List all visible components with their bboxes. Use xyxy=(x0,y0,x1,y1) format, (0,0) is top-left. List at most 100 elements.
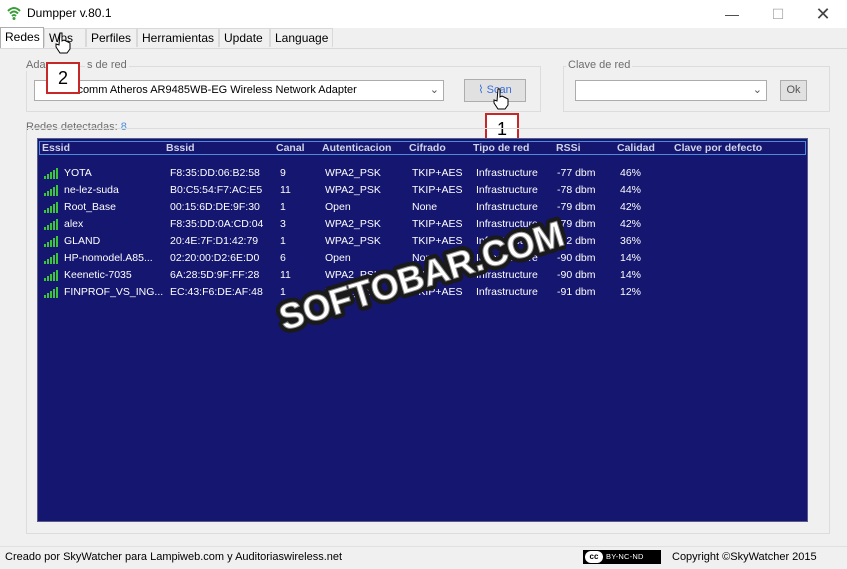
softobar-watermark: SOFTOBAR.COM SOFTOBAR.COM xyxy=(276,214,566,334)
essid-cell: HP-nomodel.A85... xyxy=(64,252,153,264)
signal-bar xyxy=(53,170,55,179)
column-header[interactable]: Autenticacion xyxy=(322,142,391,154)
adapter-select[interactable]: lcomm Atheros AR9485WB-EG Wireless Netwo… xyxy=(34,80,444,101)
calidad-cell: 12% xyxy=(620,286,642,298)
cifrado-cell: TKIP+AES xyxy=(412,167,463,179)
signal-bar xyxy=(50,172,52,179)
credits-text: Creado por SkyWatcher para Lampiweb.com … xyxy=(5,551,343,563)
signal-bar xyxy=(56,219,58,230)
calidad-cell: 46% xyxy=(620,167,642,179)
network-row[interactable]: ne-lez-suda B0:C5:54:F7:AC:E5 11 WPA2_PSK TK… xyxy=(38,182,808,199)
signal-strength-icon xyxy=(44,236,60,247)
svg-text:SOFTOBAR.COM: SOFTOBAR.COM xyxy=(276,214,566,334)
minimize-button[interactable]: — xyxy=(709,0,755,28)
signal-bar xyxy=(50,257,52,264)
signal-bar xyxy=(56,168,58,179)
signal-strength-icon xyxy=(44,287,60,298)
column-header[interactable]: Cifrado xyxy=(409,142,446,154)
calidad-cell: 42% xyxy=(620,218,642,230)
auth-cell: Open xyxy=(325,201,351,213)
signal-strength-icon xyxy=(44,185,60,196)
signal-bar xyxy=(44,295,46,298)
column-header[interactable]: Calidad xyxy=(617,142,655,154)
bssid-cell: EC:43:F6:DE:AF:48 xyxy=(170,286,263,298)
wifi-app-icon xyxy=(7,7,21,20)
signal-bar xyxy=(47,174,49,179)
column-header[interactable]: Clave por defecto xyxy=(674,142,762,154)
signal-bar xyxy=(53,238,55,247)
network-row[interactable]: YOTA F8:35:DD:06:B2:58 9 WPA2_PSK TKIP+AES In… xyxy=(38,165,808,182)
signal-bar xyxy=(53,289,55,298)
signal-bar xyxy=(56,202,58,213)
signal-bar xyxy=(50,189,52,196)
signal-bar xyxy=(56,287,58,298)
signal-bar xyxy=(53,187,55,196)
hand-cursor-icon xyxy=(493,88,509,110)
cifrado-cell: TKIP+AES xyxy=(412,184,463,196)
signal-bar xyxy=(50,206,52,213)
signal-strength-icon xyxy=(44,168,60,179)
ok-button[interactable]: Ok xyxy=(780,80,807,101)
rssi-cell: -78 dbm xyxy=(557,184,596,196)
tipo-cell: Infrastructure xyxy=(476,201,538,213)
signal-bar xyxy=(56,185,58,196)
auth-cell: WPA2_PSK xyxy=(325,167,381,179)
tab-perfiles[interactable]: Perfiles xyxy=(86,28,137,47)
column-header[interactable]: Essid xyxy=(42,142,70,154)
tab-redes[interactable]: Redes xyxy=(0,27,44,48)
close-button[interactable]: ✕ xyxy=(800,0,846,28)
tab-update[interactable]: Update xyxy=(219,28,270,47)
essid-cell: FINPROF_VS_ING... xyxy=(64,286,164,298)
cifrado-cell: None xyxy=(412,201,438,213)
signal-bar xyxy=(53,204,55,213)
tab-herramientas[interactable]: Herramientas xyxy=(137,28,219,47)
signal-bar xyxy=(44,176,46,179)
canal-cell: 9 xyxy=(280,167,286,179)
key-select[interactable]: ⌄ xyxy=(575,80,767,101)
bssid-cell: B0:C5:54:F7:AC:E5 xyxy=(170,184,263,196)
essid-cell: GLAND xyxy=(64,235,101,247)
signal-bar xyxy=(56,236,58,247)
bssid-cell: F8:35:DD:0A:CD:04 xyxy=(170,218,264,230)
signal-bar xyxy=(50,240,52,247)
networks-header: Essid Bssid Canal Autenticacion Cifrado … xyxy=(39,141,806,155)
bssid-cell: 6A:28:5D:9F:FF:28 xyxy=(170,269,260,281)
rssi-cell: -79 dbm xyxy=(557,201,596,213)
bssid-cell: 02:20:00:D2:6E:D0 xyxy=(170,252,260,264)
signal-bar xyxy=(44,244,46,247)
adapter-select-value: lcomm Atheros AR9485WB-EG Wireless Netwo… xyxy=(75,84,357,96)
column-header[interactable]: RSSi xyxy=(556,142,581,154)
window-title: Dumpper v.80.1 xyxy=(27,6,112,20)
signal-strength-icon xyxy=(44,219,60,230)
status-bar: Creado por SkyWatcher para Lampiweb.com … xyxy=(0,546,847,569)
adapter-group-label: Ada xyxy=(24,59,48,71)
maximize-button[interactable]: ☐ xyxy=(755,0,801,28)
column-header[interactable]: Bssid xyxy=(166,142,195,154)
signal-bar xyxy=(47,208,49,213)
signal-bar xyxy=(53,221,55,230)
essid-cell: alex xyxy=(64,218,84,230)
signal-bar xyxy=(44,193,46,196)
cc-license-badge: cc BY-NC-ND xyxy=(583,550,661,564)
signal-bar xyxy=(47,242,49,247)
signal-bar xyxy=(44,210,46,213)
signal-bar xyxy=(47,259,49,264)
column-header[interactable]: Tipo de red xyxy=(473,142,529,154)
signal-bar xyxy=(44,261,46,264)
signal-bar xyxy=(53,272,55,281)
signal-bar xyxy=(56,253,58,264)
calidad-cell: 14% xyxy=(620,269,642,281)
tipo-cell: Infrastructure xyxy=(476,184,538,196)
signal-bar xyxy=(50,291,52,298)
column-header[interactable]: Canal xyxy=(276,142,305,154)
signal-bar xyxy=(47,225,49,230)
essid-cell: YOTA xyxy=(64,167,92,179)
tab-language[interactable]: Language xyxy=(270,28,333,47)
signal-bar xyxy=(47,191,49,196)
calidad-cell: 44% xyxy=(620,184,642,196)
signal-strength-icon xyxy=(44,202,60,213)
signal-bar xyxy=(56,270,58,281)
bssid-cell: F8:35:DD:06:B2:58 xyxy=(170,167,260,179)
callout-number: 2 xyxy=(46,62,80,94)
signal-strength-icon xyxy=(44,253,60,264)
